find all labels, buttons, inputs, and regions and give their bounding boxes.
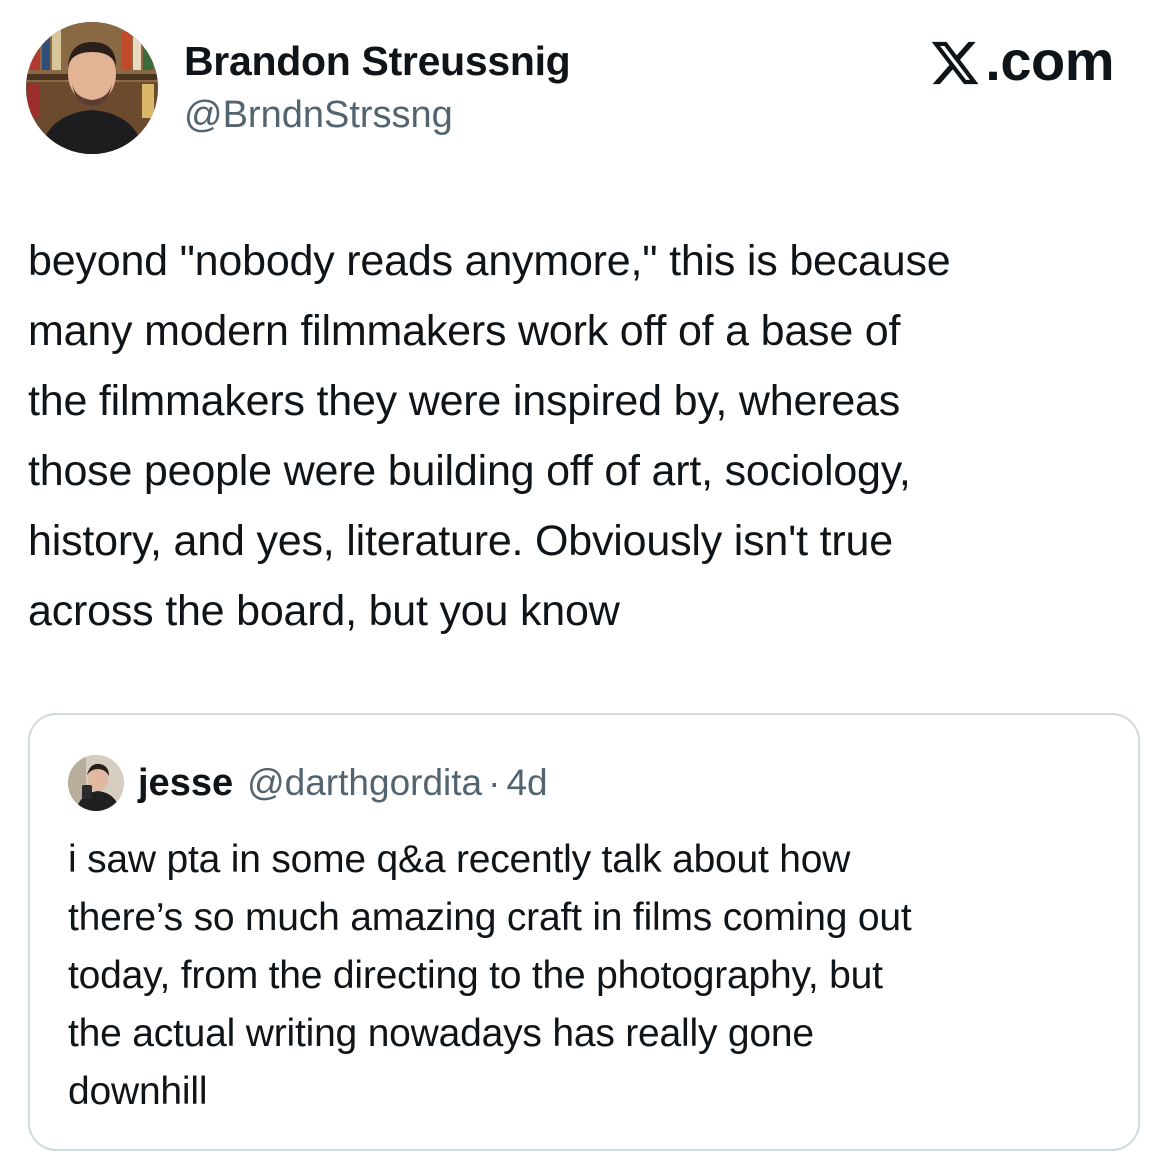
tweet-line: history, and yes, literature. Obviously … <box>28 517 893 565</box>
tweet-line: many modern filmmakers work off of a bas… <box>28 307 901 355</box>
quoted-line: downhill <box>68 1070 208 1113</box>
quoted-author-avatar[interactable] <box>68 755 124 811</box>
tweet-header: Brandon Streussnig @BrndnStrssng .com <box>0 0 1170 170</box>
quoted-line: today, from the directing to the photogr… <box>68 954 883 997</box>
quoted-line: there’s so much amazing craft in films c… <box>68 896 912 939</box>
quoted-author-handle[interactable]: @darthgordita <box>247 762 482 804</box>
x-dot-com-brand: .com <box>929 28 1114 93</box>
quoted-tweet-header: jesse @darthgordita · 4d <box>68 755 548 811</box>
avatar-photo-icon <box>26 22 158 154</box>
brand-domain-label: .com <box>985 29 1114 92</box>
tweet-line: across the board, but you know <box>28 587 620 635</box>
quoted-separator: · <box>488 762 501 803</box>
quoted-timestamp[interactable]: 4d <box>506 762 547 804</box>
tweet-line: the filmmakers they were inspired by, wh… <box>28 377 901 425</box>
quoted-author-name[interactable]: jesse <box>138 762 233 805</box>
author-handle[interactable]: @BrndnStrssng <box>184 94 453 137</box>
quoted-tweet-card[interactable]: jesse @darthgordita · 4d i saw pta in so… <box>28 713 1140 1151</box>
author-display-name[interactable]: Brandon Streussnig <box>184 38 571 85</box>
quoted-line: i saw pta in some q&a recently talk abou… <box>68 838 851 881</box>
tweet-body: beyond "nobody reads anymore," this is b… <box>28 226 1148 646</box>
quoted-tweet-body: i saw pta in some q&a recently talk abou… <box>68 831 1128 1121</box>
quoted-line: the actual writing nowadays has really g… <box>68 1012 814 1055</box>
tweet-line: beyond "nobody reads anymore," this is b… <box>28 237 951 285</box>
quoted-avatar-photo-icon <box>68 755 124 811</box>
tweet-line: those people were building off of art, s… <box>28 447 911 495</box>
x-logo-icon <box>932 41 979 84</box>
author-avatar[interactable] <box>26 22 158 154</box>
